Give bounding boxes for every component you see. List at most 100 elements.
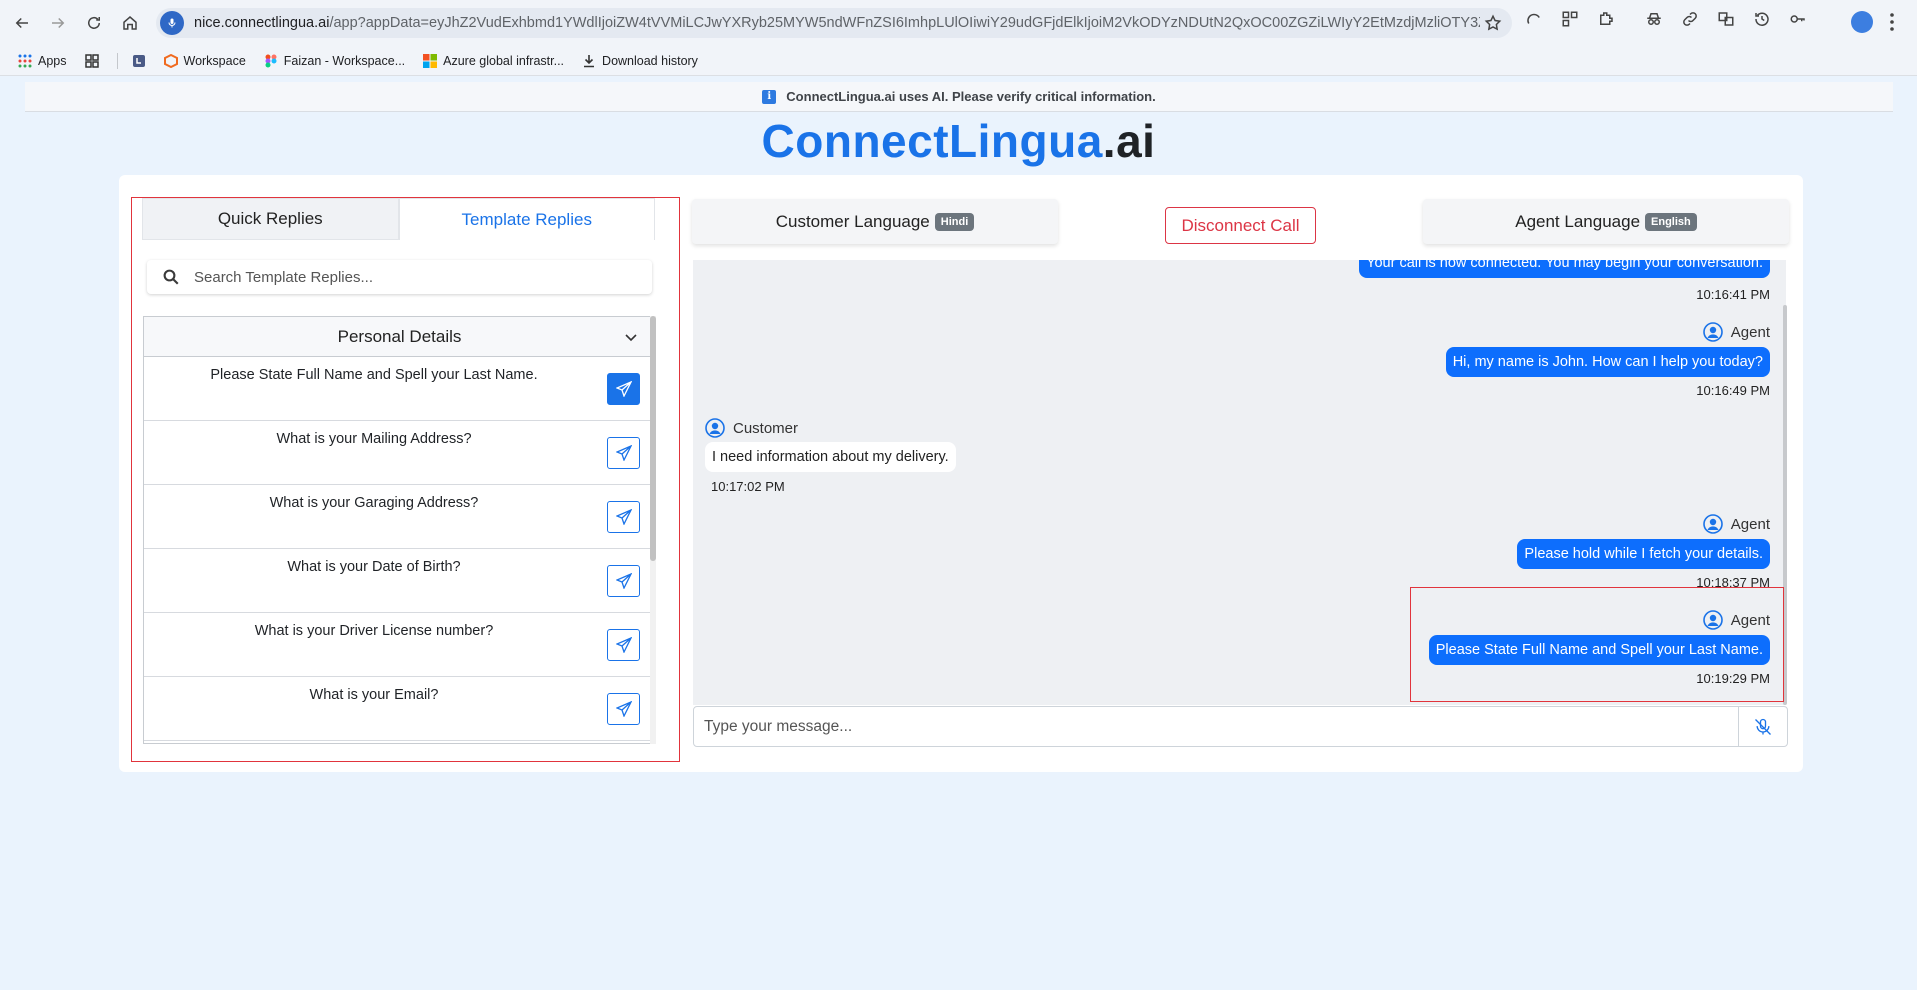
send-icon	[615, 445, 632, 461]
replies-tabs: Quick Replies Template Replies	[142, 198, 655, 240]
puzzle-icon[interactable]	[1597, 10, 1615, 28]
tab-quick-replies[interactable]: Quick Replies	[142, 198, 399, 240]
user-avatar-icon	[1702, 322, 1723, 342]
send-icon	[615, 637, 632, 653]
site-info-icon[interactable]	[160, 11, 184, 35]
accordion-title: Personal Details	[337, 326, 462, 346]
template-row: What is your Driver License number?	[144, 613, 655, 677]
qr-code-icon[interactable]	[1561, 10, 1579, 28]
send-template-button[interactable]	[607, 501, 640, 533]
message-input-bar	[693, 706, 1788, 747]
info-icon: i	[762, 89, 777, 104]
template-row: Please State Full Name and Spell your La…	[144, 357, 655, 421]
apps-grid-icon	[18, 54, 32, 68]
send-template-button[interactable]	[607, 693, 640, 725]
send-template-button[interactable]	[607, 437, 640, 469]
user-avatar-icon	[705, 418, 725, 438]
message-timestamp: 10:16:41 PM	[1696, 287, 1770, 302]
bookmark-apps[interactable]: Apps	[18, 54, 67, 68]
profile-avatar-icon[interactable]	[1851, 11, 1873, 33]
message-sender: Agent	[1702, 322, 1770, 342]
link-icon[interactable]	[1681, 10, 1699, 28]
search-icon	[163, 269, 179, 285]
bookmark-clock[interactable]	[132, 54, 146, 68]
template-scrollbar-thumb[interactable]	[650, 316, 656, 561]
user-avatar-icon	[1702, 514, 1723, 534]
download-icon	[582, 54, 596, 68]
password-key-icon[interactable]	[1789, 10, 1807, 28]
bookmark-azure[interactable]: Azure global infrastr...	[423, 53, 564, 68]
chat-message-bubble: I need information about my delivery.	[705, 442, 956, 472]
extension-icon[interactable]	[1525, 10, 1543, 28]
bookmark-separator	[116, 52, 118, 69]
app-logo: ConnectLingua.ai	[761, 115, 1156, 167]
message-input[interactable]	[704, 717, 1704, 736]
disconnect-call-button[interactable]: Disconnect Call	[1165, 207, 1316, 244]
message-sender: Agent	[1702, 514, 1770, 534]
tab-template-replies[interactable]: Template Replies	[398, 198, 655, 240]
address-bar[interactable]: nice.connectlingua.ai/app?appData=eyJhZ2…	[156, 8, 1512, 38]
bookmark-grid[interactable]	[84, 53, 99, 68]
chat-message-bubble: Please hold while I fetch your details.	[1517, 539, 1770, 569]
bookmark-faizan-workspace[interactable]: Faizan - Workspace...	[264, 54, 405, 68]
template-row: What is your Garaging Address?	[144, 485, 655, 549]
bookmark-download-history[interactable]: Download history	[582, 54, 698, 68]
send-icon	[615, 381, 632, 397]
template-text: What is your Mailing Address?	[276, 431, 472, 447]
clock-icon	[132, 54, 146, 68]
bookmark-workspace[interactable]: Workspace	[163, 53, 246, 68]
ai-notice-banner: i ConnectLingua.ai uses AI. Please verif…	[25, 82, 1893, 112]
template-text: What is your Driver License number?	[254, 623, 494, 639]
send-icon	[615, 701, 632, 717]
message-sender: Customer	[705, 418, 798, 438]
bookmark-star-icon[interactable]	[1484, 14, 1502, 32]
template-search-box	[147, 260, 652, 294]
agent-language-selector[interactable]: Agent Language English	[1423, 199, 1789, 244]
send-template-button[interactable]	[607, 565, 640, 597]
grid-icon	[84, 53, 99, 68]
template-scrollbar[interactable]	[650, 316, 656, 744]
template-text: What is your Garaging Address?	[269, 495, 479, 511]
send-template-button[interactable]	[607, 373, 640, 405]
template-row: What is your Date of Birth?	[144, 549, 655, 613]
customer-language-badge: Hindi	[934, 212, 975, 231]
history-icon[interactable]	[1753, 10, 1771, 28]
template-row: What is your Mailing Address?	[144, 421, 655, 485]
latest-message-highlight	[1410, 587, 1784, 702]
home-icon[interactable]	[112, 5, 148, 41]
back-icon[interactable]	[4, 5, 40, 41]
template-row: What is your Email?	[144, 677, 655, 741]
send-icon	[615, 509, 632, 525]
customer-language-label: Customer Language	[775, 211, 930, 231]
send-icon	[615, 573, 632, 589]
template-text: Please State Full Name and Spell your La…	[210, 367, 538, 383]
chat-message-bubble: Your call is now connected. You may begi…	[1359, 260, 1770, 278]
agent-language-badge: English	[1645, 212, 1697, 231]
send-template-button[interactable]	[607, 629, 640, 661]
message-timestamp: 10:17:02 PM	[711, 479, 785, 494]
ai-notice-text: ConnectLingua.ai uses AI. Please verify …	[786, 89, 1156, 104]
chevron-down-icon	[625, 334, 637, 342]
translate-icon[interactable]	[1717, 10, 1735, 28]
mic-off-icon	[1755, 718, 1771, 735]
customer-language-selector[interactable]: Customer Language Hindi	[692, 199, 1058, 244]
template-text: What is your Email?	[309, 687, 439, 703]
figma-icon	[264, 54, 278, 68]
template-text: What is your Date of Birth?	[287, 559, 461, 575]
agent-language-label: Agent Language	[1515, 211, 1641, 231]
incognito-icon[interactable]	[1645, 10, 1663, 28]
accordion-header-personal-details[interactable]: Personal Details	[144, 317, 655, 357]
template-search-input[interactable]	[194, 268, 634, 286]
microsoft-icon	[423, 53, 438, 68]
url-text: nice.connectlingua.ai/app?appData=eyJhZ2…	[194, 15, 1480, 31]
browser-menu-icon[interactable]	[1890, 12, 1894, 32]
chat-message-bubble: Hi, my name is John. How can I help you …	[1445, 347, 1770, 377]
bookmarks-bar: Apps Workspace Faizan - Workspace... Azu…	[0, 46, 1917, 76]
forward-icon[interactable]	[40, 5, 76, 41]
template-accordion: Personal Details Please State Full Name …	[143, 316, 656, 744]
reload-icon[interactable]	[76, 5, 112, 41]
workspace-icon	[163, 53, 178, 68]
browser-toolbar: nice.connectlingua.ai/app?appData=eyJhZ2…	[0, 0, 1917, 46]
mic-button[interactable]	[1738, 707, 1787, 746]
message-timestamp: 10:16:49 PM	[1696, 383, 1770, 398]
